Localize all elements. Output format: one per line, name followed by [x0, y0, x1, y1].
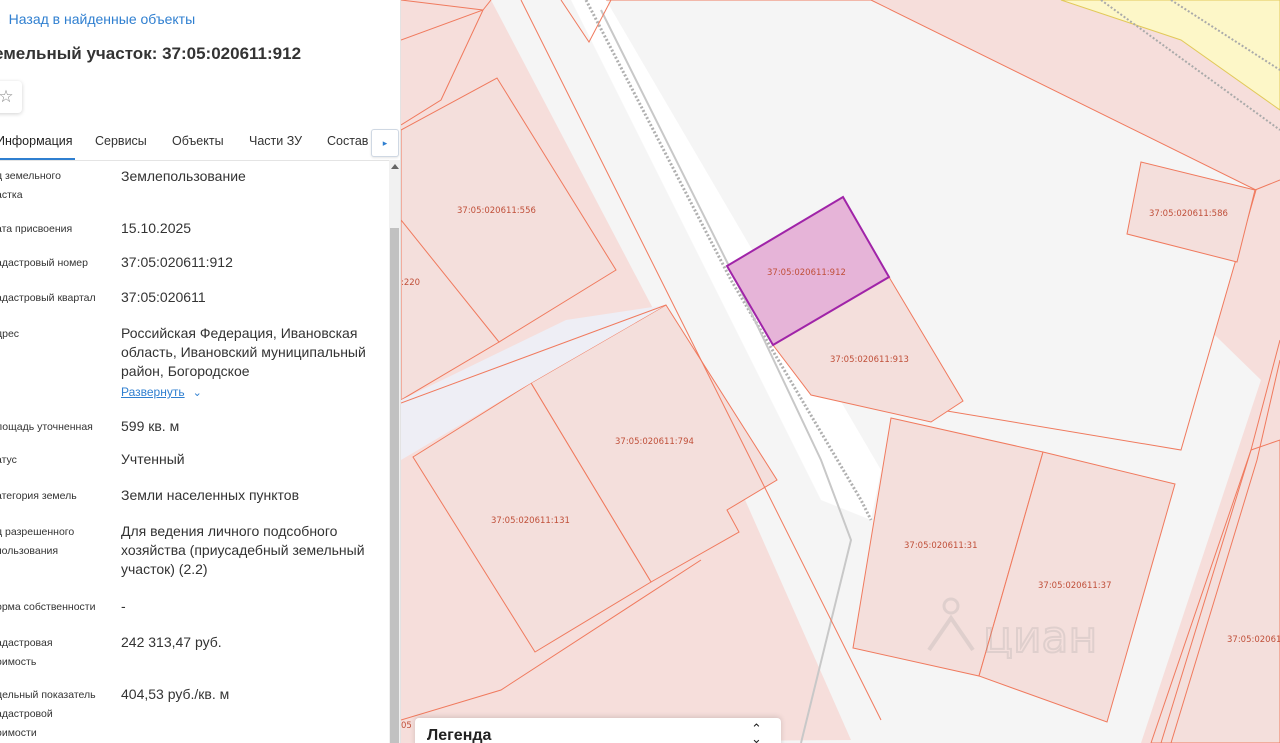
- back-link-label: Назад в найденные объекты: [8, 11, 196, 27]
- legend-title: Легенда: [427, 727, 492, 743]
- back-to-results-link[interactable]: ‹ Назад в найденные объекты: [0, 9, 195, 29]
- info-panel: ‹ Назад в найденные объекты емельный уча…: [0, 0, 401, 743]
- favorite-button[interactable]: ☆: [0, 81, 22, 113]
- watermark-text: циан: [983, 612, 1097, 663]
- info-value: Землепользование: [121, 168, 246, 184]
- expand-collapse-icon[interactable]: ⌃ ⌄: [751, 722, 762, 743]
- info-label: лощадь уточненная: [0, 421, 93, 433]
- info-label: адастровый квартал: [0, 292, 96, 304]
- info-value: Учтенный: [121, 451, 185, 467]
- tab-information[interactable]: Информация: [0, 134, 73, 148]
- info-value: 37:05:020611: [121, 289, 206, 305]
- parcel-label: 37:05:020611:131: [491, 516, 570, 526]
- cadastral-map[interactable]: 37:05:020611:556 37:05:020611:912 37:05:…: [401, 0, 1280, 743]
- parcel-label-selected: 37:05:020611:912: [767, 268, 846, 278]
- info-value: 242 313,47 руб.: [121, 634, 222, 650]
- parcel-label: 37:05:020611:794: [615, 437, 694, 447]
- parcel-label: 37:05:020611:31: [904, 541, 978, 551]
- scrollbar-thumb[interactable]: [390, 228, 399, 743]
- info-value: 15.10.2025: [121, 220, 192, 236]
- parcel-label: 37:05:02061: [1227, 635, 1280, 645]
- expand-address-link[interactable]: Развернуть ⌄: [121, 385, 202, 399]
- panel-scrollbar[interactable]: [389, 160, 400, 743]
- info-value: 599 кв. м: [121, 418, 180, 434]
- legend-panel[interactable]: Легенда ⌃ ⌄: [415, 718, 781, 743]
- info-value: Для ведения личного подсобного хозяйства…: [121, 523, 365, 577]
- tab-services[interactable]: Сервисы: [95, 134, 147, 148]
- info-label: орма собственности: [0, 601, 96, 613]
- parcel-label: :220: [401, 278, 420, 288]
- star-icon: ☆: [0, 87, 14, 107]
- info-label: атегория земель: [0, 490, 77, 502]
- info-label: д разрешенного пользования: [0, 526, 75, 557]
- info-label: атус: [0, 454, 17, 466]
- parcel-label: 37:05:020611:586: [1149, 209, 1228, 219]
- info-label: дельный показатель адастровой оимости: [0, 689, 96, 739]
- info-label: адастровая оимость: [0, 637, 53, 668]
- parcel-label: 37:05:020611:556: [457, 206, 536, 216]
- tabs-next-button[interactable]: ▸: [371, 129, 399, 157]
- expand-label: Развернуть: [121, 385, 185, 399]
- info-value: Российская Федерация, Ивановская область…: [121, 325, 366, 379]
- tab-objects[interactable]: Объекты: [172, 134, 224, 148]
- info-value: 37:05:020611:912: [121, 254, 233, 270]
- object-title: емельный участок: 37:05:020611:912: [0, 44, 302, 63]
- active-tab-indicator: [0, 158, 75, 160]
- map-canvas[interactable]: 37:05:020611:556 37:05:020611:912 37:05:…: [401, 0, 1280, 743]
- chevron-right-icon: ▸: [382, 137, 388, 148]
- tab-composition[interactable]: Состав: [327, 134, 368, 148]
- chevron-left-icon: ‹: [0, 12, 1, 26]
- info-label: адастровый номер: [0, 257, 88, 269]
- parcel-label: 37:05:020611:913: [830, 355, 909, 365]
- tab-bar: Информация Сервисы Объекты Части ЗУ Сост…: [0, 124, 400, 161]
- chevron-down-icon: ⌄: [192, 387, 202, 399]
- parcel-label: 05: [401, 721, 412, 731]
- info-label: дрес: [0, 328, 20, 340]
- parcel-label: 37:05:020611:37: [1038, 581, 1112, 591]
- scroll-up-arrow-icon[interactable]: [391, 164, 399, 169]
- tab-parts[interactable]: Части ЗУ: [249, 134, 302, 148]
- info-value: -: [121, 598, 126, 614]
- info-label: ата присвоения: [0, 223, 73, 235]
- info-value: Земли населенных пунктов: [121, 487, 300, 503]
- info-label: д земельного астка: [0, 170, 61, 201]
- info-value: 404,53 руб./кв. м: [121, 686, 230, 702]
